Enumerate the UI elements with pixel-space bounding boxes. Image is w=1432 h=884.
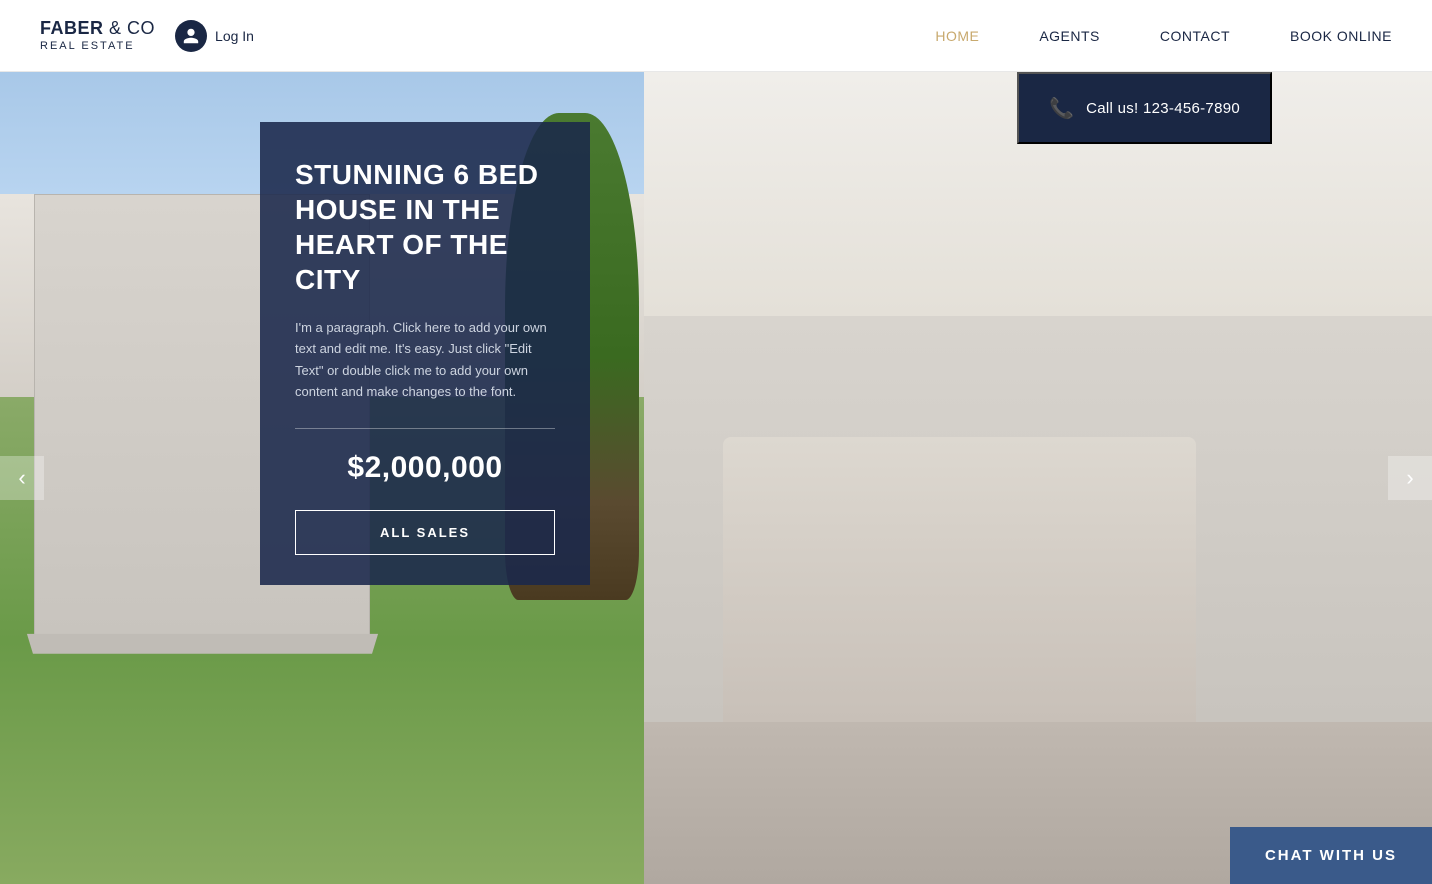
property-divider <box>295 428 555 429</box>
call-button[interactable]: 📞 Call us! 123-456-7890 <box>1017 72 1272 144</box>
chevron-right-icon: › <box>1406 465 1413 491</box>
call-button-text: Call us! 123-456-7890 <box>1086 100 1240 117</box>
nav-home[interactable]: HOME <box>935 28 979 44</box>
logo-name: FABER & CO <box>40 18 155 40</box>
login-label: Log In <box>215 28 254 44</box>
hero-section: 📞 Call us! 123-456-7890 ‹ › STUNNING 6 B… <box>0 72 1432 884</box>
room-bg <box>644 72 1432 884</box>
logo: FABER & CO REAL ESTATE <box>40 18 155 53</box>
phone-icon: 📞 <box>1049 96 1074 121</box>
chat-button[interactable]: CHAT WITH US <box>1230 827 1432 884</box>
property-description: I'm a paragraph. Click here to add your … <box>295 317 555 403</box>
main-nav: HOME AGENTS CONTACT BOOK ONLINE <box>935 28 1392 44</box>
property-title: STUNNING 6 BED HOUSE IN THE HEART OF THE… <box>295 157 555 297</box>
carousel-prev-button[interactable]: ‹ <box>0 456 44 500</box>
all-sales-button[interactable]: ALL SALES <box>295 510 555 555</box>
login-button[interactable]: Log In <box>175 20 254 52</box>
header-left: FABER & CO REAL ESTATE Log In <box>40 18 254 53</box>
property-price: $2,000,000 <box>295 451 555 485</box>
avatar-icon <box>175 20 207 52</box>
nav-book-online[interactable]: BOOK ONLINE <box>1290 28 1392 44</box>
nav-contact[interactable]: CONTACT <box>1160 28 1230 44</box>
carousel-next-button[interactable]: › <box>1388 456 1432 500</box>
nav-agents[interactable]: AGENTS <box>1039 28 1100 44</box>
header: FABER & CO REAL ESTATE Log In HOME AGENT… <box>0 0 1432 72</box>
chevron-left-icon: ‹ <box>18 465 25 491</box>
logo-tagline: REAL ESTATE <box>40 40 155 53</box>
property-card: STUNNING 6 BED HOUSE IN THE HEART OF THE… <box>260 122 590 585</box>
room-couch <box>723 437 1196 721</box>
